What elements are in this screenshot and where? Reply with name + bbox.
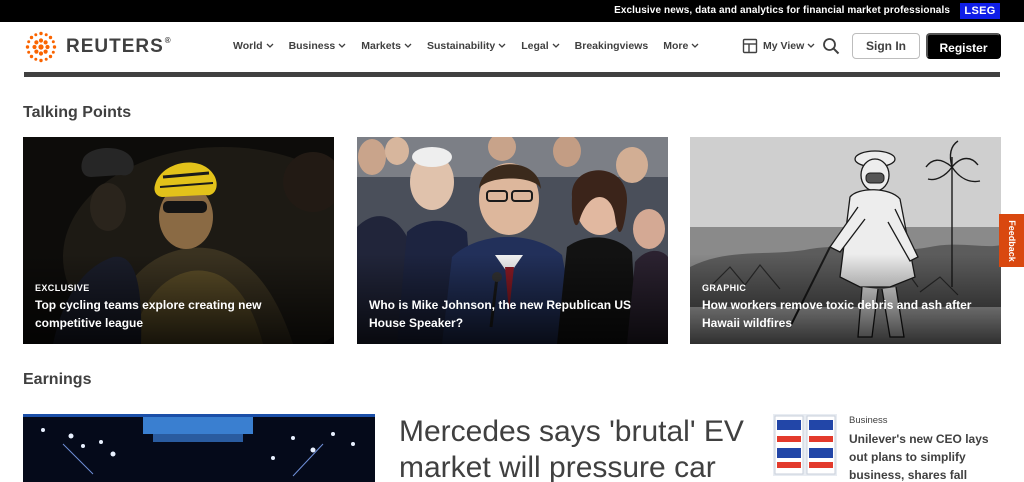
section-title-earnings: Earnings	[23, 371, 92, 388]
side-story-category[interactable]: Business	[849, 415, 888, 426]
story-card-mike-johnson[interactable]: Who is Mike Johnson, the new Republican …	[357, 137, 668, 344]
card-headline[interactable]: Top cycling teams explore creating new c…	[35, 296, 315, 332]
nav-item-legal[interactable]: Legal	[521, 40, 560, 52]
lead-story-headline[interactable]: Mercedes says 'brutal' EV market will pr…	[399, 414, 749, 482]
story-card-hawaii-wildfires[interactable]: GRAPHIC How workers remove toxic debris …	[690, 137, 1001, 344]
mercedes-event-photo[interactable]	[23, 414, 375, 482]
card-kicker: GRAPHIC	[702, 283, 747, 293]
feedback-tab[interactable]: Feedback	[999, 214, 1024, 267]
reuters-wordmark: REUTERS®	[66, 36, 172, 57]
site-header: REUTERS® World Business Markets Sustaina…	[0, 22, 1024, 72]
chevron-down-icon	[807, 43, 815, 48]
chevron-down-icon	[338, 43, 346, 48]
product-shelf-photo	[773, 414, 837, 476]
nav-item-label: Markets	[361, 40, 401, 52]
nav-item-world[interactable]: World	[233, 40, 274, 52]
chevron-down-icon	[266, 43, 274, 48]
reuters-logo-mark-icon	[25, 31, 57, 63]
nav-item-label: Breakingviews	[574, 40, 649, 52]
nav-item-more[interactable]: More	[663, 40, 699, 52]
chevron-down-icon	[404, 43, 412, 48]
search-icon[interactable]	[822, 37, 840, 55]
side-story-headline[interactable]: Unilever's new CEO lays out plans to sim…	[849, 430, 999, 482]
chevron-down-icon	[691, 43, 699, 48]
reuters-logo[interactable]: REUTERS®	[24, 30, 172, 64]
nav-item-label: Business	[288, 40, 336, 52]
feedback-label: Feedback	[1006, 219, 1017, 262]
nav-item-label: World	[233, 40, 263, 52]
main-nav: World Business Markets Sustainability Le…	[233, 40, 714, 52]
sign-in-button[interactable]: Sign In	[852, 33, 920, 59]
lseg-logo[interactable]: LSEG	[960, 3, 1000, 19]
chevron-down-icon	[498, 43, 506, 48]
nav-item-sustainability[interactable]: Sustainability	[427, 40, 506, 52]
nav-item-breakingviews[interactable]: Breakingviews	[575, 40, 649, 52]
promo-text[interactable]: Exclusive news, data and analytics for f…	[614, 5, 950, 16]
stage-lights-photo	[23, 414, 375, 482]
nav-item-business[interactable]: Business	[289, 40, 347, 52]
my-view-label: My View	[763, 40, 805, 52]
nav-item-label: More	[663, 40, 689, 52]
my-view-menu[interactable]: My View	[742, 38, 815, 54]
top-promo-bar: Exclusive news, data and analytics for f…	[0, 0, 1024, 22]
layout-grid-icon	[742, 38, 758, 54]
card-headline[interactable]: How workers remove toxic debris and ash …	[702, 296, 982, 332]
header-divider	[24, 72, 1000, 77]
story-card-cycling[interactable]: EXCLUSIVE Top cycling teams explore crea…	[23, 137, 334, 344]
register-button[interactable]: Register	[926, 33, 1001, 59]
unilever-thumbnail[interactable]	[773, 414, 837, 476]
nav-item-label: Sustainability	[426, 40, 496, 52]
card-headline[interactable]: Who is Mike Johnson, the new Republican …	[369, 296, 649, 332]
chevron-down-icon	[552, 43, 560, 48]
section-title-talking-points: Talking Points	[23, 104, 132, 121]
nav-item-label: Legal	[521, 40, 549, 52]
card-kicker: EXCLUSIVE	[35, 283, 90, 293]
nav-item-markets[interactable]: Markets	[361, 40, 412, 52]
